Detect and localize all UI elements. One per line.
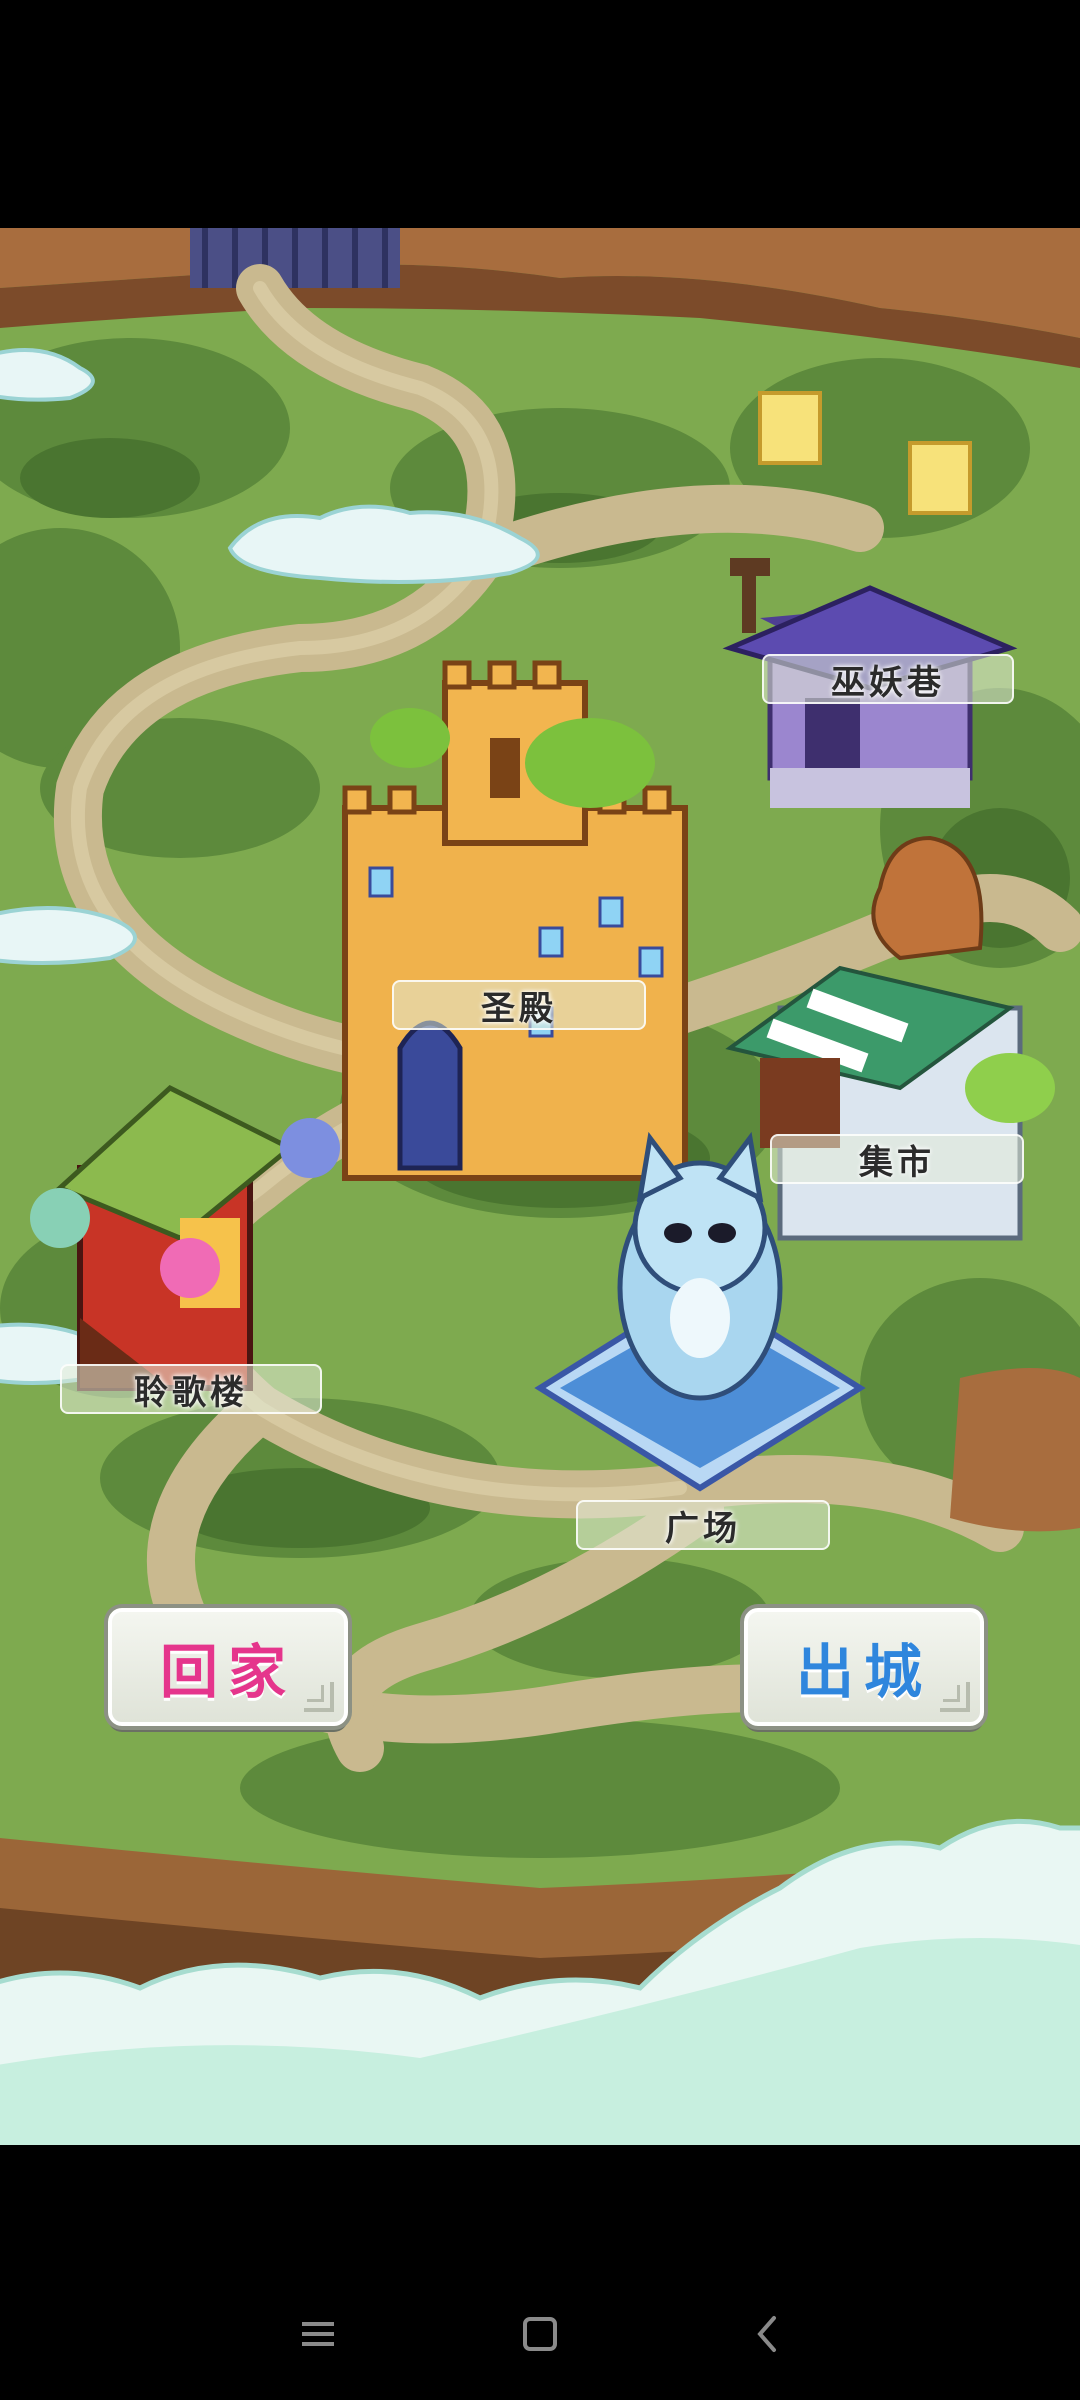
status-bar-blank bbox=[0, 0, 1080, 228]
label-witch-alley[interactable]: 巫妖巷 bbox=[762, 654, 1014, 704]
label-plaza[interactable]: 广场 bbox=[576, 1500, 830, 1550]
label-song-tower[interactable]: 聆歌楼 bbox=[60, 1364, 322, 1414]
square-home-icon[interactable] bbox=[510, 2310, 570, 2358]
label-market[interactable]: 集市 bbox=[770, 1134, 1024, 1184]
back-chevron-icon[interactable] bbox=[738, 2310, 798, 2358]
leave-city-button[interactable]: 出城 bbox=[744, 1608, 984, 1726]
label-temple[interactable]: 圣殿 bbox=[392, 980, 646, 1030]
temple-building[interactable] bbox=[342, 660, 688, 1181]
corner-ornament-icon bbox=[940, 1682, 970, 1712]
go-home-label: 回家 bbox=[159, 1638, 296, 1706]
north-gate bbox=[190, 228, 400, 288]
go-home-button[interactable]: 回家 bbox=[108, 1608, 348, 1726]
menu-icon[interactable] bbox=[288, 2310, 348, 2358]
corner-ornament-icon bbox=[304, 1682, 334, 1712]
leave-city-label: 出城 bbox=[795, 1638, 932, 1706]
map-background bbox=[0, 228, 1080, 2145]
town-map: 巫妖巷 圣殿 集市 聆歌楼 广场 bbox=[0, 228, 1080, 2145]
system-nav-bar bbox=[0, 2145, 1080, 2400]
